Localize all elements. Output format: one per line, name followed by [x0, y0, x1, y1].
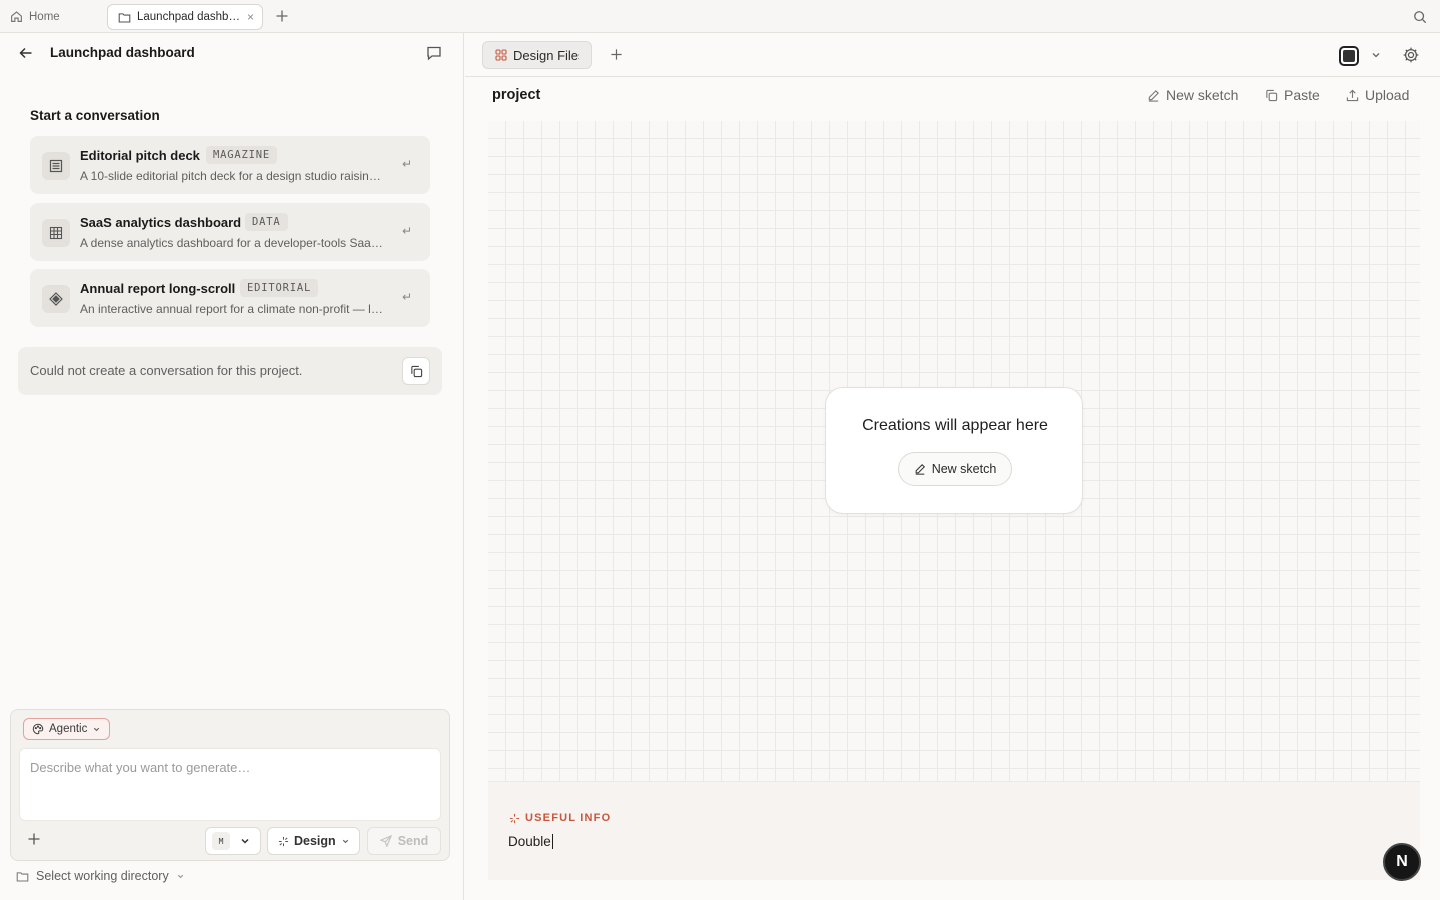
template-card-saas[interactable]: SaaS analytics dashboard DATA A dense an… [30, 203, 430, 261]
sparkle-icon [278, 836, 289, 847]
useful-info-heading: USEFUL INFO [509, 812, 611, 824]
card-title: Annual report long-scroll [80, 281, 236, 296]
conversation-panel: Launchpad dashboard Start a conversation… [0, 33, 464, 900]
grid-table-icon [42, 219, 70, 247]
home-icon [10, 10, 23, 23]
pencil-icon [914, 463, 926, 475]
working-directory-label: Select working directory [36, 869, 169, 883]
panel-header: Launchpad dashboard [0, 33, 464, 73]
folder-icon [118, 11, 131, 24]
diamond-icon [42, 285, 70, 313]
design-mode-button[interactable]: Design [267, 827, 360, 855]
upload-label: Upload [1365, 87, 1410, 103]
home-tab[interactable]: Home [10, 8, 60, 25]
back-arrow-icon[interactable] [18, 45, 34, 61]
design-toolbar: Design Files [465, 33, 1440, 77]
top-tab-bar: Home Launchpad dashboard × [0, 0, 1440, 33]
enter-icon: ↵ [401, 224, 412, 238]
chevron-down-icon [240, 836, 250, 846]
model-icon: M [212, 832, 230, 850]
gear-icon[interactable] [1402, 46, 1420, 64]
start-conversation-heading: Start a conversation [30, 108, 160, 123]
document-lines-icon [42, 152, 70, 180]
card-title: Editorial pitch deck [80, 148, 200, 163]
send-button[interactable]: Send [367, 827, 441, 855]
copy-icon[interactable] [402, 357, 430, 385]
card-description: A 10-slide editorial pitch deck for a de… [80, 169, 385, 183]
chat-bubble-icon[interactable] [426, 45, 442, 61]
empty-state-card: Creations will appear here New sketch [825, 387, 1083, 514]
design-label: Design [294, 834, 336, 848]
template-card-annual-report[interactable]: Annual report long-scroll EDITORIAL An i… [30, 269, 430, 327]
folder-icon [16, 870, 29, 883]
attach-plus-icon[interactable] [27, 832, 41, 846]
empty-state-heading: Creations will appear here [862, 417, 1048, 434]
new-sketch-button[interactable]: New sketch [1147, 87, 1238, 103]
add-tab-icon[interactable] [610, 48, 623, 61]
card-title: SaaS analytics dashboard [80, 215, 242, 230]
copy-icon [1265, 89, 1278, 102]
enter-icon: ↵ [401, 157, 412, 171]
useful-info-text: Double [508, 834, 553, 849]
send-icon [379, 835, 392, 847]
useful-info-label: USEFUL INFO [525, 812, 612, 824]
chevron-down-icon [176, 872, 185, 881]
paste-button[interactable]: Paste [1265, 87, 1320, 103]
tab-launchpad-dashboard[interactable]: Launchpad dashboard × [107, 4, 263, 30]
prompt-composer: Agentic M Design [10, 709, 450, 861]
chevron-down-icon[interactable] [1371, 50, 1381, 60]
sketch-canvas[interactable]: Creations will appear here New sketch [488, 121, 1420, 781]
working-directory-selector[interactable]: Select working directory [16, 869, 185, 883]
card-description: An interactive annual report for a clima… [80, 302, 385, 316]
view-mode-icon[interactable] [1339, 46, 1359, 66]
error-message: Could not create a conversation for this… [30, 363, 303, 378]
project-label: project [492, 87, 541, 103]
mode-label: Agentic [49, 723, 88, 735]
home-tab-label: Home [29, 10, 60, 23]
close-tab-icon[interactable]: × [247, 10, 254, 24]
add-tab-icon[interactable] [275, 9, 289, 23]
search-icon[interactable] [1413, 10, 1427, 24]
card-description: A dense analytics dashboard for a develo… [80, 236, 385, 250]
useful-info-strip: USEFUL INFO Double [488, 781, 1420, 880]
palette-icon [32, 723, 44, 735]
sparkle-icon [509, 813, 520, 824]
send-label: Send [397, 834, 429, 848]
new-sketch-label: New sketch [931, 462, 997, 476]
upload-button[interactable]: Upload [1346, 87, 1409, 103]
tab-design-files[interactable]: Design Files [482, 41, 592, 69]
upload-icon [1346, 89, 1359, 102]
chevron-down-icon [92, 725, 101, 734]
grid-icon [495, 49, 507, 61]
project-title: Launchpad dashboard [50, 45, 195, 60]
empty-new-sketch-button[interactable]: New sketch [898, 452, 1012, 486]
tab-label: Design Files [513, 47, 579, 63]
model-selector[interactable]: M [205, 827, 261, 855]
card-tag: MAGAZINE [206, 146, 277, 164]
card-tag: DATA [245, 213, 288, 231]
design-panel: Design Files project New sketch Paste Up… [465, 33, 1440, 900]
app-badge[interactable]: N [1383, 843, 1421, 881]
new-sketch-label: New sketch [1166, 87, 1239, 103]
prompt-input[interactable] [19, 748, 441, 821]
card-tag: EDITORIAL [240, 279, 319, 297]
error-message-box: Could not create a conversation for this… [18, 347, 442, 395]
paste-label: Paste [1284, 87, 1320, 103]
template-card-editorial[interactable]: Editorial pitch deck MAGAZINE A 10-slide… [30, 136, 430, 194]
tab-label: Launchpad dashboard [137, 11, 241, 23]
mode-selector[interactable]: Agentic [23, 718, 111, 740]
pencil-icon [1147, 89, 1160, 102]
enter-icon: ↵ [401, 290, 412, 304]
chevron-down-icon [341, 837, 350, 846]
